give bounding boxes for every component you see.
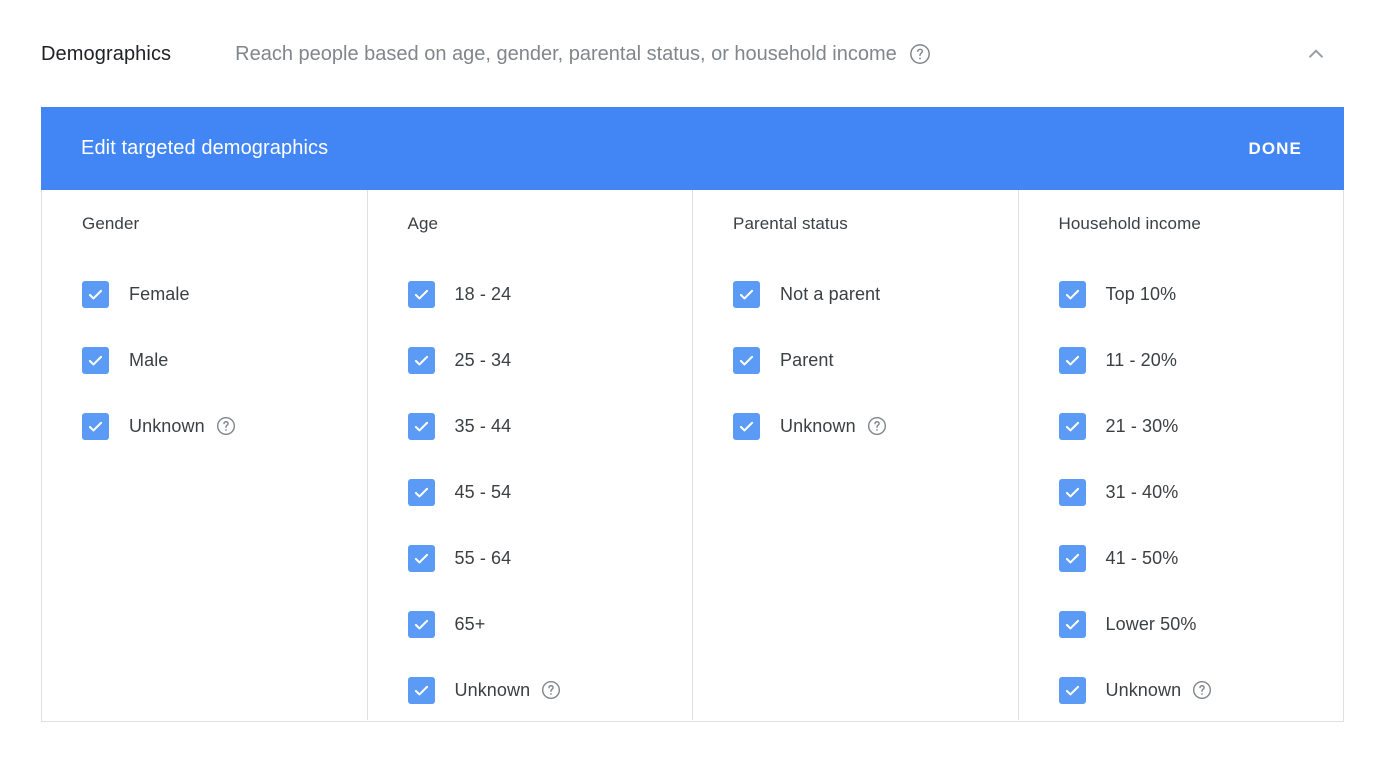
checkbox-label: 31 - 40% xyxy=(1105,481,1179,502)
checkbox-label: 65+ xyxy=(454,613,486,634)
checkbox-checked-icon[interactable] xyxy=(407,676,435,704)
checkbox-checked-icon[interactable] xyxy=(733,346,760,374)
demographics-column: Age 18 - 24 25 - 34 35 - 44 45 - 54 55 - 64 65… xyxy=(366,190,693,723)
demographics-columns: Gender Female Male Unknown Age 18 - 24 25 - 34… xyxy=(42,190,1343,720)
checkbox-option-row[interactable]: Unknown xyxy=(1058,657,1344,723)
checkbox-label: 11 - 20% xyxy=(1105,349,1178,370)
checkbox-option-row[interactable]: 55 - 64 xyxy=(407,525,693,591)
checkbox-option-row[interactable]: Top 10% xyxy=(1058,261,1344,327)
checkbox-checked-icon[interactable] xyxy=(407,346,435,374)
checkbox-label: 55 - 64 xyxy=(454,547,512,568)
checkbox-option-row[interactable]: Unknown xyxy=(733,393,1018,459)
checkbox-option-row[interactable]: Female xyxy=(82,261,367,327)
section-description: Reach people based on age, gender, paren… xyxy=(235,42,897,65)
help-circle-icon[interactable] xyxy=(867,416,887,436)
checkbox-checked-icon[interactable] xyxy=(407,610,435,638)
checkbox-label: Unknown xyxy=(1105,679,1182,700)
checkbox-option-row[interactable]: 31 - 40% xyxy=(1058,459,1344,525)
checkbox-option-row[interactable]: Lower 50% xyxy=(1058,591,1344,657)
demographics-column: Gender Female Male Unknown xyxy=(42,190,367,720)
checkbox-label: Female xyxy=(129,283,190,304)
checkbox-option-row[interactable]: 65+ xyxy=(407,591,693,657)
checkbox-label: Top 10% xyxy=(1105,283,1177,304)
column-title: Gender xyxy=(82,214,140,233)
checkbox-label: 18 - 24 xyxy=(454,283,512,304)
checkbox-option-row[interactable]: Male xyxy=(82,327,367,393)
help-circle-icon[interactable] xyxy=(541,680,561,700)
checkbox-checked-icon[interactable] xyxy=(1058,346,1086,374)
checkbox-checked-icon[interactable] xyxy=(1058,676,1086,704)
checkbox-label: Unknown xyxy=(129,415,205,436)
checkbox-option-row[interactable]: Unknown xyxy=(407,657,693,723)
checkbox-label: Unknown xyxy=(780,415,856,436)
demographics-section-header: Demographics Reach people based on age, … xyxy=(41,0,1344,108)
checkbox-checked-icon[interactable] xyxy=(407,478,435,506)
checkbox-checked-icon[interactable] xyxy=(82,412,109,440)
page-title: Demographics xyxy=(41,42,172,65)
checkbox-label: 25 - 34 xyxy=(454,349,512,370)
help-circle-icon[interactable] xyxy=(1192,680,1212,700)
checkbox-label: Parent xyxy=(780,349,834,370)
checkbox-checked-icon[interactable] xyxy=(82,280,109,308)
demographics-column: Parental status Not a parent Parent Unknown xyxy=(692,190,1018,720)
help-circle-icon[interactable] xyxy=(909,43,931,65)
checkbox-label: 21 - 30% xyxy=(1105,415,1179,436)
done-button[interactable]: DONE xyxy=(1238,131,1312,167)
checkbox-label: Not a parent xyxy=(780,283,881,304)
checkbox-option-row[interactable]: 21 - 30% xyxy=(1058,393,1344,459)
column-title: Age xyxy=(407,214,439,233)
edit-bar-title: Edit targeted demographics xyxy=(81,137,329,159)
edit-demographics-card: Edit targeted demographics DONE Gender Fe… xyxy=(41,107,1344,722)
checkbox-checked-icon[interactable] xyxy=(407,412,435,440)
help-circle-icon[interactable] xyxy=(216,416,236,436)
checkbox-label: 35 - 44 xyxy=(454,415,512,436)
checkbox-option-row[interactable]: Unknown xyxy=(82,393,367,459)
checkbox-option-row[interactable]: Not a parent xyxy=(733,261,1018,327)
checkbox-label: Male xyxy=(129,349,169,370)
checkbox-option-row[interactable]: 11 - 20% xyxy=(1058,327,1344,393)
chevron-up-icon[interactable] xyxy=(1296,34,1336,74)
checkbox-option-row[interactable]: 18 - 24 xyxy=(407,261,693,327)
edit-demographics-bar: Edit targeted demographics DONE xyxy=(41,107,1344,190)
section-description-group: Reach people based on age, gender, paren… xyxy=(235,43,1296,66)
checkbox-label: 41 - 50% xyxy=(1105,547,1179,568)
column-title: Parental status xyxy=(733,214,848,233)
checkbox-checked-icon[interactable] xyxy=(407,280,435,308)
checkbox-label: 45 - 54 xyxy=(454,481,512,502)
checkbox-checked-icon[interactable] xyxy=(733,280,760,308)
checkbox-option-row[interactable]: 25 - 34 xyxy=(407,327,693,393)
checkbox-checked-icon[interactable] xyxy=(1058,544,1086,572)
checkbox-label: Lower 50% xyxy=(1105,613,1197,634)
column-title: Household income xyxy=(1058,214,1201,233)
checkbox-checked-icon[interactable] xyxy=(407,544,435,572)
checkbox-label: Unknown xyxy=(454,679,531,700)
checkbox-option-row[interactable]: 45 - 54 xyxy=(407,459,693,525)
checkbox-option-row[interactable]: 35 - 44 xyxy=(407,393,693,459)
checkbox-checked-icon[interactable] xyxy=(1058,478,1086,506)
checkbox-checked-icon[interactable] xyxy=(1058,280,1086,308)
checkbox-checked-icon[interactable] xyxy=(1058,412,1086,440)
checkbox-checked-icon[interactable] xyxy=(733,412,760,440)
checkbox-checked-icon[interactable] xyxy=(82,346,109,374)
checkbox-option-row[interactable]: 41 - 50% xyxy=(1058,525,1344,591)
checkbox-option-row[interactable]: Parent xyxy=(733,327,1018,393)
checkbox-checked-icon[interactable] xyxy=(1058,610,1086,638)
demographics-column: Household income Top 10% 11 - 20% 21 - 30% 3… xyxy=(1017,190,1344,723)
